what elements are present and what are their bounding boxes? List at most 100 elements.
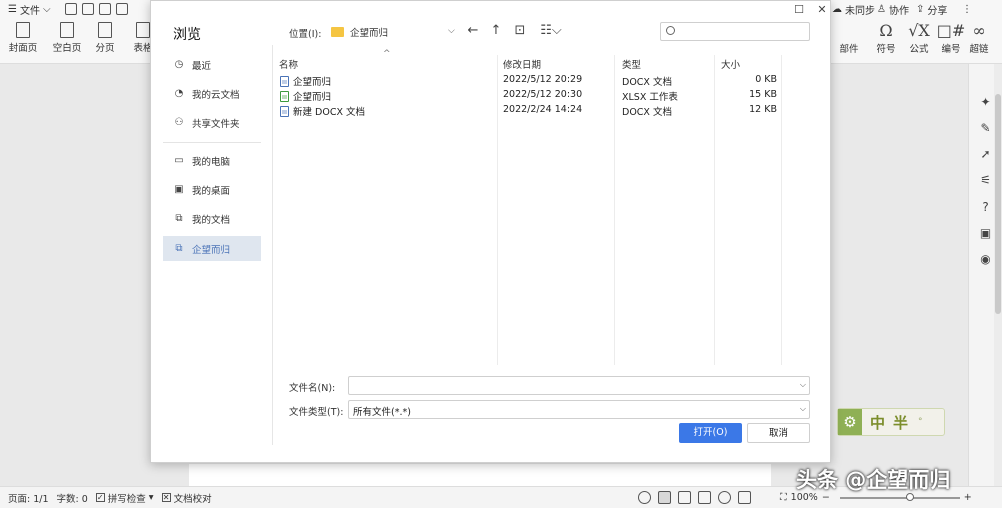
parts-button[interactable]: 部件 (830, 22, 868, 55)
gear-icon: ⚙ (838, 409, 862, 435)
share-icon: ⚇ (174, 117, 184, 128)
documents-icon: ⧉ (175, 213, 183, 224)
filename-input[interactable] (353, 378, 793, 393)
brush-icon[interactable]: ✦ (979, 96, 992, 109)
location-value: 企望而归 (350, 27, 389, 39)
sliders-icon[interactable]: ⚟ (979, 174, 992, 187)
filetype-label: 文件类型(T): (289, 407, 344, 418)
column-header-name[interactable]: 名称 (279, 57, 298, 71)
search-box[interactable] (660, 22, 810, 41)
search-input[interactable] (679, 24, 807, 39)
blank-page-button[interactable]: 空白页 (48, 22, 86, 54)
preview-icon[interactable] (115, 3, 128, 15)
pen-icon[interactable] (738, 491, 751, 504)
location-icon[interactable]: ◉ (979, 253, 992, 266)
blank-page-icon (60, 22, 74, 38)
more-icon[interactable]: ⋮ (962, 0, 972, 18)
file-size: 15 KB (749, 89, 777, 100)
file-row[interactable]: 企望而归 2022/5/12 20:30 XLSX 工作表 15 KB (273, 88, 809, 103)
filetype-value: 所有文件(*.*) (353, 407, 411, 418)
floating-widget[interactable]: ⚙ 中半 ° (837, 408, 945, 436)
read-view-icon[interactable] (698, 491, 711, 504)
zoom-in-icon[interactable]: + (964, 492, 972, 503)
sidebar-item-label: 我的电脑 (192, 156, 231, 168)
file-name: 企望而归 (293, 77, 332, 88)
location-label: 位置(I): (289, 29, 322, 40)
maximize-icon[interactable]: ☐ (792, 3, 806, 17)
file-row[interactable]: 企望而归 2022/5/12 20:29 DOCX 文档 0 KB (273, 73, 809, 88)
share-label: 分享 (927, 5, 948, 17)
sidebar-item-recent[interactable]: ◷ 最近 (163, 52, 261, 77)
view-options-icon[interactable]: ☷⌵ (539, 24, 563, 38)
web-view-icon[interactable] (718, 491, 731, 504)
back-arrow-icon[interactable]: ← (466, 24, 480, 38)
sidebar-item-label: 我的文档 (192, 214, 231, 226)
spellcheck-toggle[interactable]: ✓ 拼写检查 ▾ (95, 491, 154, 505)
close-icon[interactable]: ✕ (815, 3, 829, 17)
help-icon[interactable]: ? (979, 201, 992, 214)
cover-page-button[interactable]: 封面页 (4, 22, 42, 54)
sync-status[interactable]: ☁ 未同步 (832, 0, 875, 18)
column-header-modified[interactable]: 修改日期 (503, 57, 541, 71)
collab-button[interactable]: ♙ 协作 (877, 0, 909, 18)
chevron-down-icon: ⌵ (799, 404, 806, 413)
up-arrow-icon[interactable]: ↑ (489, 24, 503, 38)
eye-icon[interactable] (638, 491, 651, 504)
save-icon[interactable] (64, 3, 77, 15)
word-count[interactable]: 字数: 0 (57, 491, 88, 505)
cloud-icon: ☁ (832, 3, 842, 15)
hyperlink-label: 超链 (969, 44, 989, 55)
parts-label: 部件 (839, 44, 859, 55)
filename-combo[interactable]: ⌵ (348, 376, 810, 395)
chevron-down-icon[interactable]: ⌵ (800, 380, 806, 390)
chevron-down-icon[interactable]: ⌵ (448, 26, 455, 36)
new-folder-icon[interactable]: ⊡ (513, 24, 527, 38)
sidebar-item-label: 我的云文档 (192, 89, 240, 101)
link-icon: ∞ (972, 21, 986, 40)
sidebar-item-desktop[interactable]: ▣ 我的桌面 (163, 177, 261, 202)
table-icon (136, 22, 150, 38)
export-icon[interactable] (81, 3, 94, 15)
page-count[interactable]: 页面: 1/1 (8, 491, 49, 505)
filetype-select[interactable]: 所有文件(*.*) ⌵ (348, 400, 810, 419)
sidebar-item-documents[interactable]: ⧉ 我的文档 (163, 206, 261, 231)
sidebar-item-shared-folder[interactable]: ⚇ 共享文件夹 (163, 110, 261, 135)
fit-icon[interactable]: ⛶ (780, 492, 787, 503)
sidebar-item-cloud-docs[interactable]: ◔ 我的云文档 (163, 81, 261, 106)
page-break-button[interactable]: 分页 (86, 22, 124, 54)
symbol-label: 符号 (876, 44, 896, 55)
file-row[interactable]: 新建 DOCX 文档 2022/2/24 14:24 DOCX 文档 12 KB (273, 103, 809, 118)
file-type: XLSX 工作表 (622, 92, 678, 103)
zoom-slider[interactable] (839, 492, 960, 501)
pointer-icon[interactable]: ➚ (979, 148, 992, 161)
sidebar-item-label: 共享文件夹 (192, 118, 240, 130)
document-page[interactable] (189, 464, 771, 486)
column-header-type[interactable]: 类型 (622, 57, 641, 71)
file-menu[interactable]: ☰ 文件 ⌵ (0, 0, 51, 18)
menu-icon: ☰ (8, 3, 17, 15)
share-button[interactable]: ⇪ 分享 (916, 0, 947, 18)
pen-icon[interactable]: ✎ (979, 122, 992, 135)
vertical-scrollbar[interactable] (994, 64, 1002, 486)
page-view-icon[interactable] (658, 491, 671, 504)
print-icon[interactable] (98, 3, 111, 15)
outline-view-icon[interactable] (678, 491, 691, 504)
sidebar-item-my-computer[interactable]: ▭ 我的电脑 (163, 148, 261, 173)
file-name: 企望而归 (293, 92, 332, 103)
cancel-button[interactable]: 取消 (747, 423, 810, 443)
view-modes (638, 491, 751, 504)
sidebar-item-current-folder[interactable]: ⧉ 企望而归 (163, 236, 261, 261)
hyperlink-button[interactable]: ∞ 超链 (964, 21, 994, 56)
proofread-button[interactable]: ✕ 文档校对 (161, 491, 212, 505)
file-type: DOCX 文档 (622, 77, 672, 88)
location-dropdown[interactable]: 企望而归 (331, 22, 459, 41)
open-button[interactable]: 打开(O) (679, 423, 742, 443)
numbering-label: 编号 (941, 44, 961, 55)
column-header-size[interactable]: 大小 (721, 57, 740, 71)
image-icon[interactable]: ▣ (979, 227, 992, 240)
person-icon: ♙ (877, 3, 886, 15)
scroll-thumb[interactable] (995, 94, 1001, 314)
file-modified: 2022/5/12 20:30 (503, 89, 583, 100)
file-name: 新建 DOCX 文档 (293, 107, 365, 118)
parts-icon (830, 22, 868, 40)
